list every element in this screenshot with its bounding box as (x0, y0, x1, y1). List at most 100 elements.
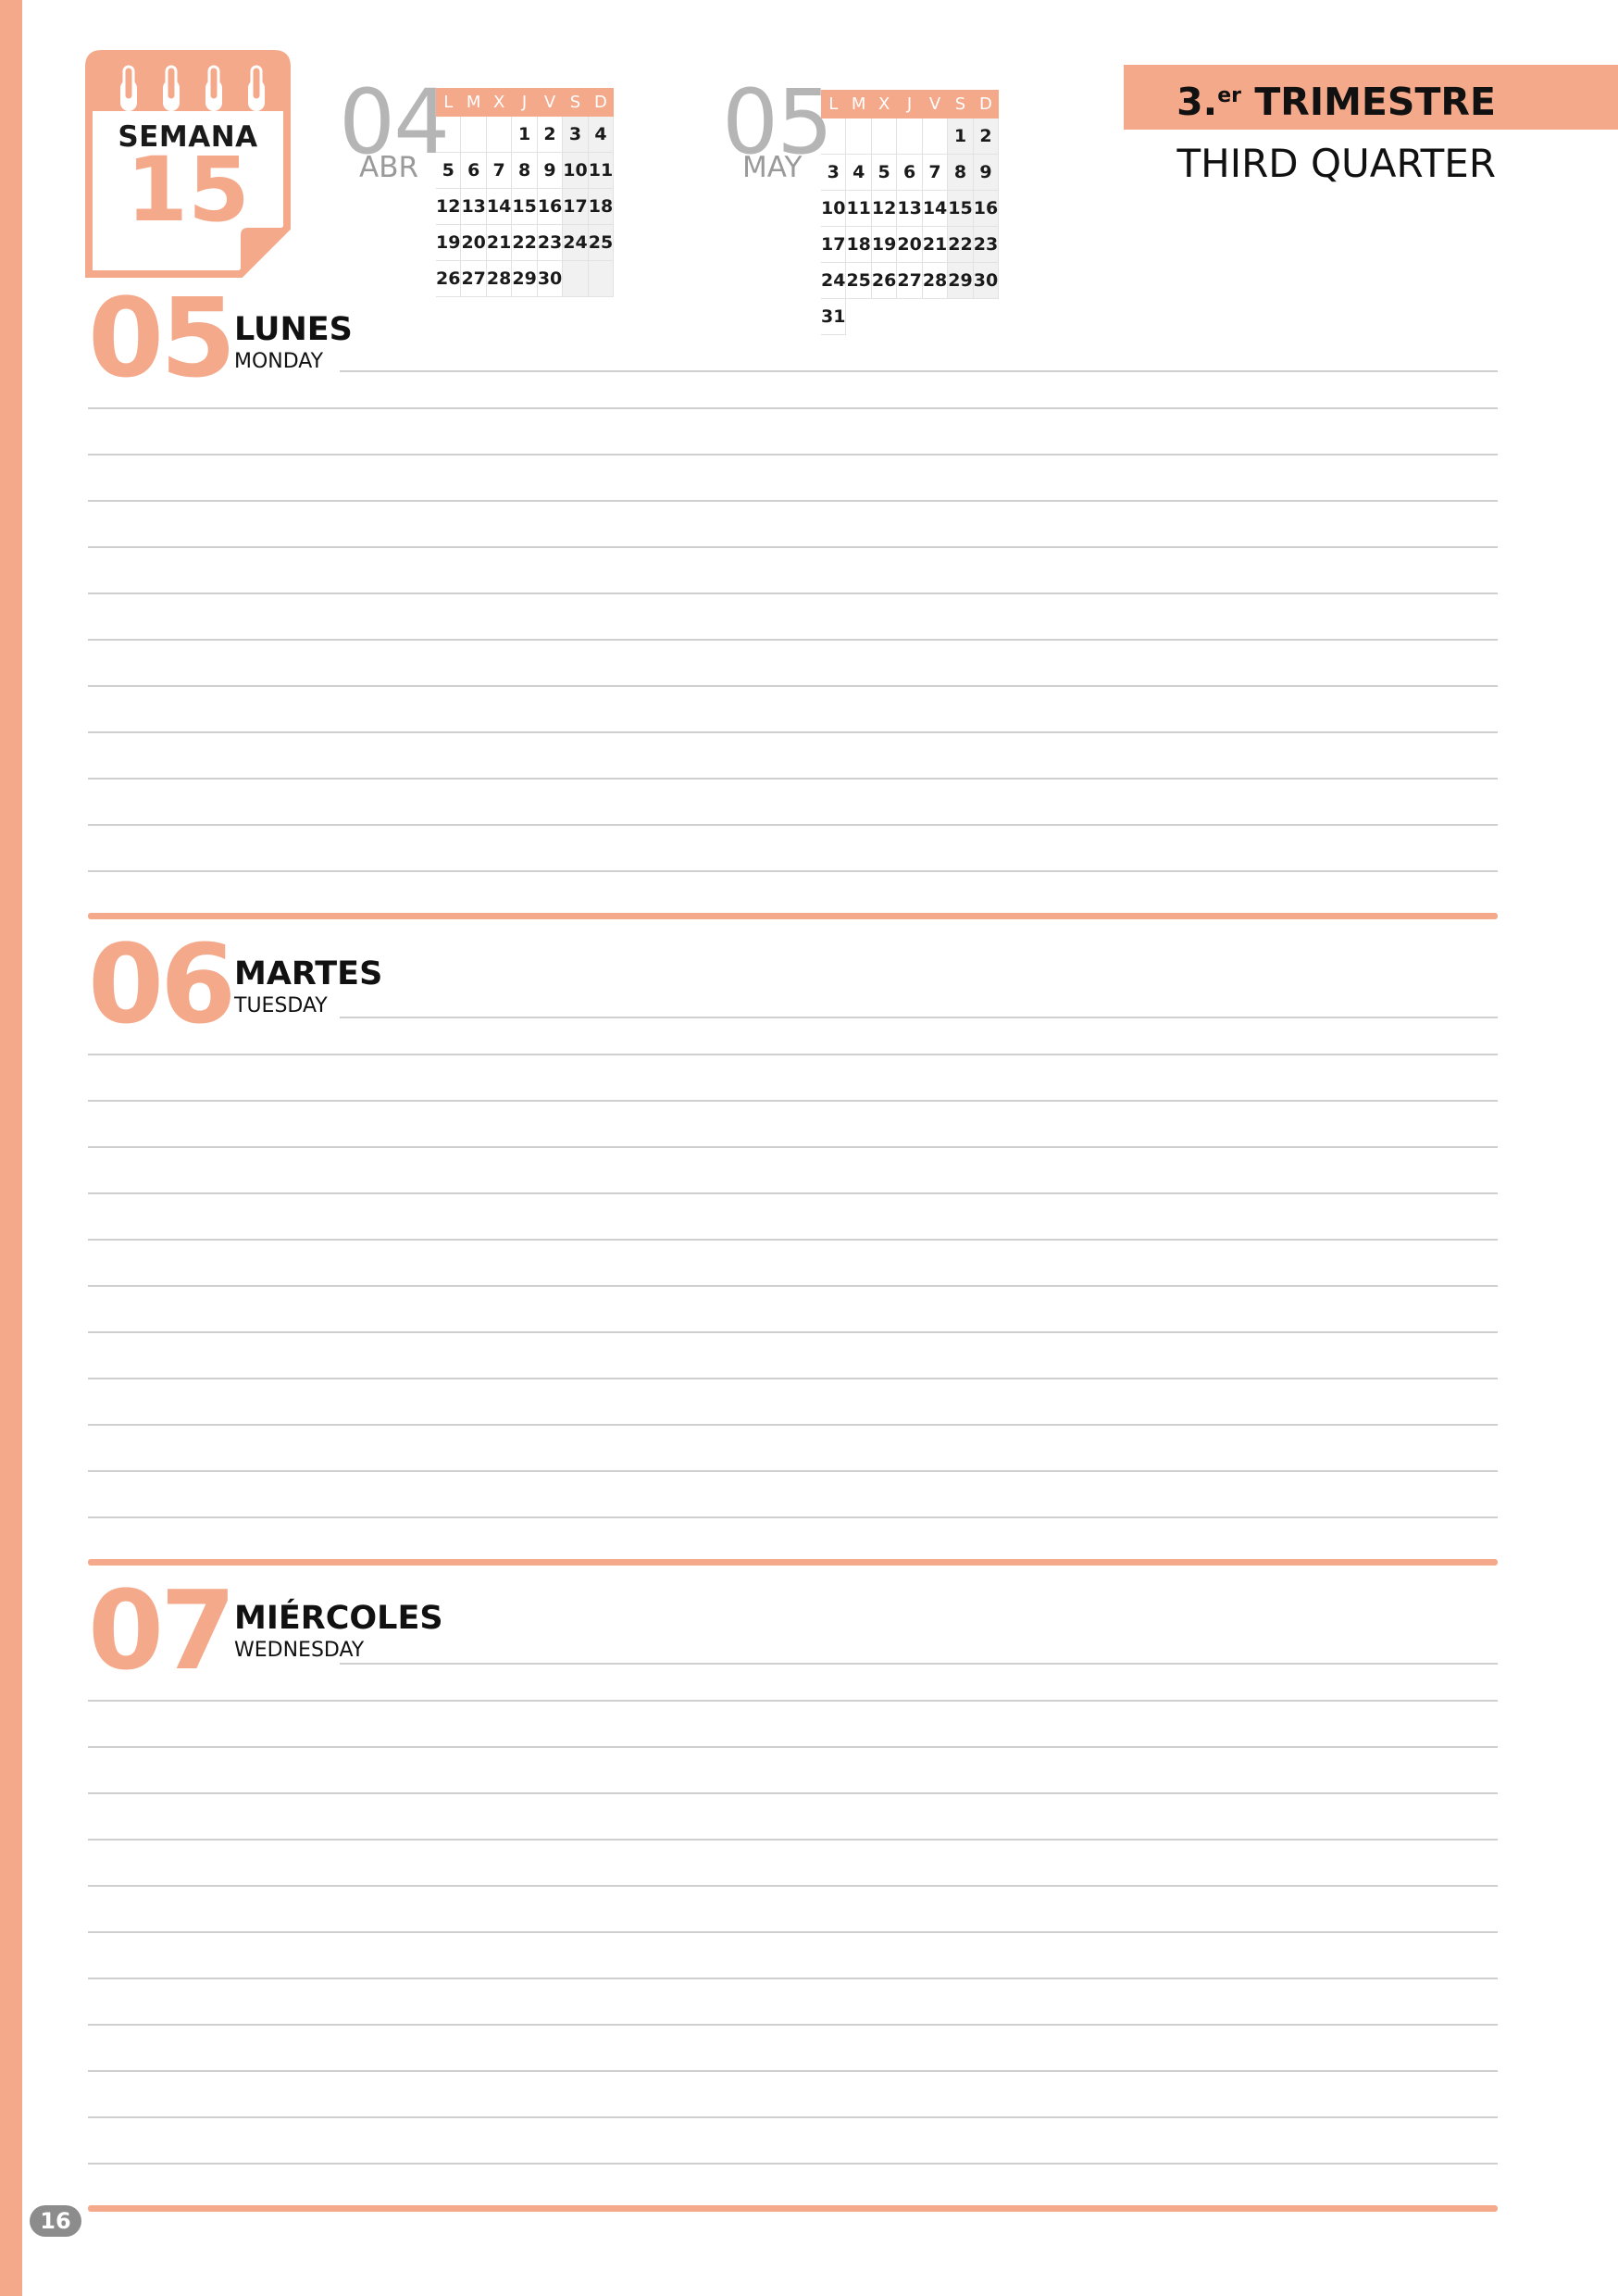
week-row: 12 (821, 118, 1000, 155)
weekday-header-row: LMXJVSD (436, 88, 615, 117)
writing-line[interactable] (88, 1700, 1498, 1702)
writing-line[interactable] (88, 1931, 1498, 1933)
week-row: 5 6 7 8 9 10 11 (436, 152, 615, 189)
writing-line[interactable] (88, 1470, 1498, 1472)
writing-line[interactable] (88, 1424, 1498, 1426)
writing-line[interactable] (88, 685, 1498, 687)
week-row: 17 18 19 20 21 22 23 (821, 226, 1000, 263)
writing-line[interactable] (88, 824, 1498, 826)
page-number: 16 (30, 2205, 81, 2237)
day-cell: 17 (562, 188, 589, 225)
writing-line[interactable] (88, 2163, 1498, 2165)
day-cell: 12 (871, 190, 898, 227)
empty-day-cell (896, 118, 923, 155)
writing-line[interactable] (88, 778, 1498, 780)
weekday-header: J (511, 88, 538, 117)
week-badge: SEMANA 15 (85, 46, 291, 278)
writing-line[interactable] (88, 731, 1498, 733)
day-cell: 23 (973, 226, 1000, 263)
writing-line[interactable] (88, 2070, 1498, 2072)
writing-line[interactable] (88, 639, 1498, 641)
writing-line[interactable] (88, 1885, 1498, 1887)
day-cell: 15 (511, 188, 538, 225)
writing-line[interactable] (88, 1978, 1498, 1979)
day-cell: 10 (821, 190, 847, 227)
writing-line[interactable] (88, 454, 1498, 455)
quarter-subtitle: THIRD QUARTER (1176, 141, 1496, 186)
writing-line[interactable] (340, 370, 1498, 372)
weekday-header-row: LMXJVSD (821, 90, 1000, 119)
writing-line[interactable] (88, 2024, 1498, 2026)
writing-line[interactable] (340, 1017, 1498, 1018)
day-cell: 15 (947, 190, 974, 227)
day-cell: 9 (537, 152, 564, 189)
writing-line[interactable] (88, 1285, 1498, 1287)
weekday-header: S (562, 88, 589, 117)
day-name-english: TUESDAY (234, 994, 328, 1017)
writing-line[interactable] (340, 1663, 1498, 1665)
writing-line[interactable] (88, 1378, 1498, 1379)
day-cell: 14 (922, 190, 949, 227)
writing-line[interactable] (88, 500, 1498, 502)
day-cell: 12 (436, 188, 462, 225)
day-cell: 20 (896, 226, 923, 263)
day-cell: 3 (821, 154, 847, 191)
weekday-header: X (486, 88, 513, 117)
weekday-header: S (947, 90, 974, 119)
day-cell: 13 (460, 188, 487, 225)
weekday-header: V (537, 88, 564, 117)
day-cell: 22 (511, 224, 538, 261)
empty-day-cell (922, 118, 949, 155)
day-cell: 4 (845, 154, 872, 191)
month-grid: L M X J V S D 1 2 3 4 5 6 7 8 9 10 11 12 13 14 15 16 17 18 19 20 21… (436, 88, 615, 297)
writing-line[interactable] (88, 1839, 1498, 1841)
day-cell: 6 (460, 152, 487, 189)
quarter-title: 3.er TRIMESTRE (1124, 72, 1496, 126)
day-name-english: MONDAY (234, 350, 324, 373)
day-cell: 3 (562, 116, 589, 153)
writing-line[interactable] (88, 1192, 1498, 1194)
day-section-tuesday: 06 MARTES TUESDAY (88, 930, 1498, 1578)
writing-line[interactable] (88, 2116, 1498, 2118)
day-section-wednesday: 07 MIÉRCOLES WEDNESDAY (88, 1576, 1498, 2224)
day-number: 05 (88, 274, 236, 402)
writing-line[interactable] (88, 593, 1498, 594)
day-cell: 16 (973, 190, 1000, 227)
weekday-header: M (460, 88, 487, 117)
day-cell: 5 (436, 152, 462, 189)
empty-day-cell (845, 118, 872, 155)
writing-line[interactable] (88, 1100, 1498, 1102)
day-cell: 11 (588, 152, 615, 189)
writing-line[interactable] (88, 1746, 1498, 1748)
day-cell: 5 (871, 154, 898, 191)
day-cell: 9 (973, 154, 1000, 191)
day-cell: 2 (537, 116, 564, 153)
week-row: 19 20 21 22 23 24 25 (436, 224, 615, 261)
writing-line[interactable] (88, 1146, 1498, 1148)
week-row: 1234 (436, 116, 615, 153)
weekday-header: J (896, 90, 923, 119)
week-number: 15 (126, 138, 250, 242)
writing-line[interactable] (88, 1054, 1498, 1055)
writing-line[interactable] (88, 870, 1498, 872)
week-row: 10 11 12 13 14 15 16 (821, 190, 1000, 227)
day-cell: 24 (562, 224, 589, 261)
empty-day-cell (436, 116, 462, 153)
month-name: ABR (359, 151, 419, 184)
empty-day-cell (460, 116, 487, 153)
quarter-title-text: TRIMESTRE (1254, 80, 1496, 124)
writing-line[interactable] (88, 546, 1498, 548)
month-name: MAY (742, 151, 803, 184)
day-cell: 21 (486, 224, 513, 261)
weekday-header: D (588, 88, 615, 117)
day-cell: 7 (486, 152, 513, 189)
left-color-strip (0, 0, 22, 2296)
day-cell: 25 (588, 224, 615, 261)
day-cell: 7 (922, 154, 949, 191)
writing-line[interactable] (88, 1516, 1498, 1518)
writing-line[interactable] (88, 1331, 1498, 1333)
writing-line[interactable] (88, 1792, 1498, 1794)
day-separator (88, 913, 1498, 919)
writing-line[interactable] (88, 1239, 1498, 1241)
writing-line[interactable] (88, 407, 1498, 409)
